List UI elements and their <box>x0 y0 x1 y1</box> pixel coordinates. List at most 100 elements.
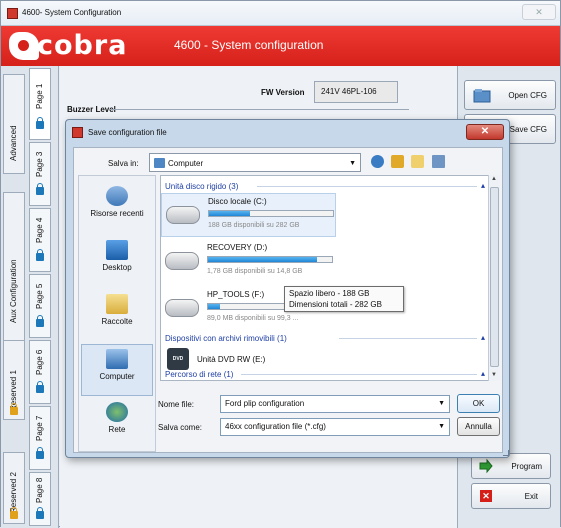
group-divider <box>257 186 477 187</box>
up-folder-icon[interactable] <box>391 155 405 168</box>
tab-page-7[interactable]: Page 7 <box>29 406 51 470</box>
app-icon <box>7 8 18 19</box>
place-label: Raccolte <box>101 317 133 326</box>
ok-button[interactable]: OK <box>457 394 500 413</box>
computer-small-icon <box>154 158 165 168</box>
save-as-type-select[interactable]: 46xx configuration file (*.cfg) ▼ <box>220 418 450 436</box>
tab-label: Page 8 <box>35 477 44 503</box>
lock-icon <box>36 381 44 393</box>
drive-name: Disco locale (C:) <box>208 197 267 206</box>
drive-info: 1,78 GB disponibili su 14,8 GB <box>207 268 303 275</box>
tab-label: Page 1 <box>35 83 44 109</box>
file-list-scrollbar[interactable]: ▲ ▼ <box>488 175 500 381</box>
dialog-close-button[interactable]: ✕ <box>466 124 504 140</box>
window-title: 4600- System Configuration <box>22 8 122 17</box>
tab-page-4[interactable]: Page 4 <box>29 208 51 272</box>
scroll-up-icon[interactable]: ▲ <box>491 176 497 182</box>
tab-page-8[interactable]: Page 8 <box>29 472 51 526</box>
dvd-drive-icon: DVD <box>167 348 189 370</box>
lock-icon <box>36 117 44 129</box>
file-list: Unità disco rigido (3) ▴ Disco locale (C… <box>160 175 500 381</box>
cancel-button[interactable]: Annulla <box>457 417 500 436</box>
save-cfg-label: Save CFG <box>509 125 547 134</box>
place-recent[interactable]: Risorse recenti <box>81 182 153 234</box>
group-label-advanced: Advanced <box>9 125 18 161</box>
open-cfg-button[interactable]: Open CFG <box>464 80 556 110</box>
collapse-caret-icon[interactable]: ▴ <box>481 181 485 190</box>
cobra-logo-icon <box>9 32 39 60</box>
group-divider <box>339 338 477 339</box>
tooltip-total-size: Dimensioni totali - 282 GB <box>289 300 382 309</box>
window-close-button[interactable]: ✕ <box>522 4 556 20</box>
place-libraries[interactable]: Raccolte <box>81 290 153 342</box>
scroll-thumb[interactable] <box>490 187 499 367</box>
places-bar: Risorse recenti Desktop Raccolte Compute… <box>78 175 156 452</box>
desktop-icon <box>106 240 128 260</box>
drive-tooltip: Spazio libero - 188 GB Dimensioni totali… <box>284 286 404 312</box>
tab-label: Page 4 <box>35 217 44 243</box>
tab-page-3[interactable]: Page 3 <box>29 142 51 206</box>
dialog-body: Salva in: Computer ▼ Risorse recenti Des… <box>73 147 503 453</box>
brand-logo-text: cobra <box>37 30 128 61</box>
hard-drive-icon <box>166 206 200 224</box>
tab-page-5[interactable]: Page 5 <box>29 274 51 338</box>
save-as-type-value: 46xx configuration file (*.cfg) <box>225 422 326 431</box>
file-name-input[interactable]: Ford plip configuration ▼ <box>220 395 450 413</box>
dialog-app-icon <box>72 127 83 138</box>
save-dialog: Save configuration file ✕ Salva in: Comp… <box>65 119 510 458</box>
tab-label: Page 3 <box>35 151 44 177</box>
exit-button[interactable]: ✕ Exit <box>471 483 551 509</box>
chevron-down-icon[interactable]: ▼ <box>438 419 445 435</box>
program-arrow-icon <box>479 458 493 474</box>
drive-d[interactable]: RECOVERY (D:) 1,78 GB disponibili su 14,… <box>161 240 336 284</box>
group-reserved-2[interactable]: Reserved 2 <box>3 452 25 524</box>
lock-icon <box>36 315 44 327</box>
lock-icon <box>10 403 18 415</box>
computer-icon <box>106 349 128 369</box>
hard-drive-icon <box>165 252 199 270</box>
lock-icon <box>36 507 44 519</box>
network-icon <box>106 402 128 422</box>
group-label-aux: Aux Configuration <box>9 259 18 323</box>
app-title: 4600 - System configuration <box>174 38 324 52</box>
save-in-dropdown[interactable]: Computer ▼ <box>149 153 361 172</box>
chevron-down-icon: ▼ <box>349 160 356 167</box>
resize-grip[interactable] <box>503 450 509 456</box>
drive-info: 89,0 MB disponibili su 99,3 ... <box>207 315 299 322</box>
scroll-down-icon[interactable]: ▼ <box>491 372 497 378</box>
save-in-value: Computer <box>168 159 204 168</box>
collapse-caret-icon[interactable]: ▴ <box>481 369 485 378</box>
tab-page-1[interactable]: Page 1 <box>29 68 51 140</box>
place-network[interactable]: Rete <box>81 398 153 450</box>
place-label: Desktop <box>102 263 132 272</box>
drive-usage-fill <box>209 211 250 216</box>
tab-label: Page 7 <box>35 415 44 441</box>
place-label: Computer <box>99 372 135 381</box>
open-cfg-label: Open CFG <box>508 91 547 100</box>
group-advanced[interactable]: Advanced <box>3 74 25 174</box>
drive-c[interactable]: Disco locale (C:) 188 GB disponibili su … <box>161 193 336 237</box>
collapse-caret-icon[interactable]: ▴ <box>481 333 485 342</box>
title-bar: 4600- System Configuration ✕ <box>1 1 560 26</box>
group-removable[interactable]: Dispositivi con archivi rimovibili (1) <box>165 334 287 343</box>
chevron-down-icon[interactable]: ▼ <box>438 396 445 412</box>
place-computer[interactable]: Computer <box>81 344 153 396</box>
lock-icon <box>36 183 44 195</box>
view-menu-icon[interactable] <box>431 155 445 168</box>
tab-page-6[interactable]: Page 6 <box>29 340 51 404</box>
libraries-icon <box>106 294 128 314</box>
dialog-title: Save configuration file <box>88 128 167 137</box>
group-hard-disks[interactable]: Unità disco rigido (3) <box>165 182 238 191</box>
group-network[interactable]: Percorso di rete (1) <box>165 370 233 379</box>
drive-info: 188 GB disponibili su 282 GB <box>208 222 300 229</box>
exit-x-icon: ✕ <box>480 490 492 502</box>
folder-open-icon <box>473 89 491 103</box>
back-icon[interactable] <box>371 155 384 168</box>
tooltip-free-space: Spazio libero - 188 GB <box>289 289 370 298</box>
group-reserved-1[interactable]: Reserved 1 <box>3 340 25 420</box>
file-name-label: Nome file: <box>158 400 195 409</box>
drive-usage-bar <box>208 210 334 217</box>
place-desktop[interactable]: Desktop <box>81 236 153 288</box>
new-folder-icon[interactable] <box>411 155 425 168</box>
brand-header: cobra 4600 - System configuration <box>1 26 560 66</box>
